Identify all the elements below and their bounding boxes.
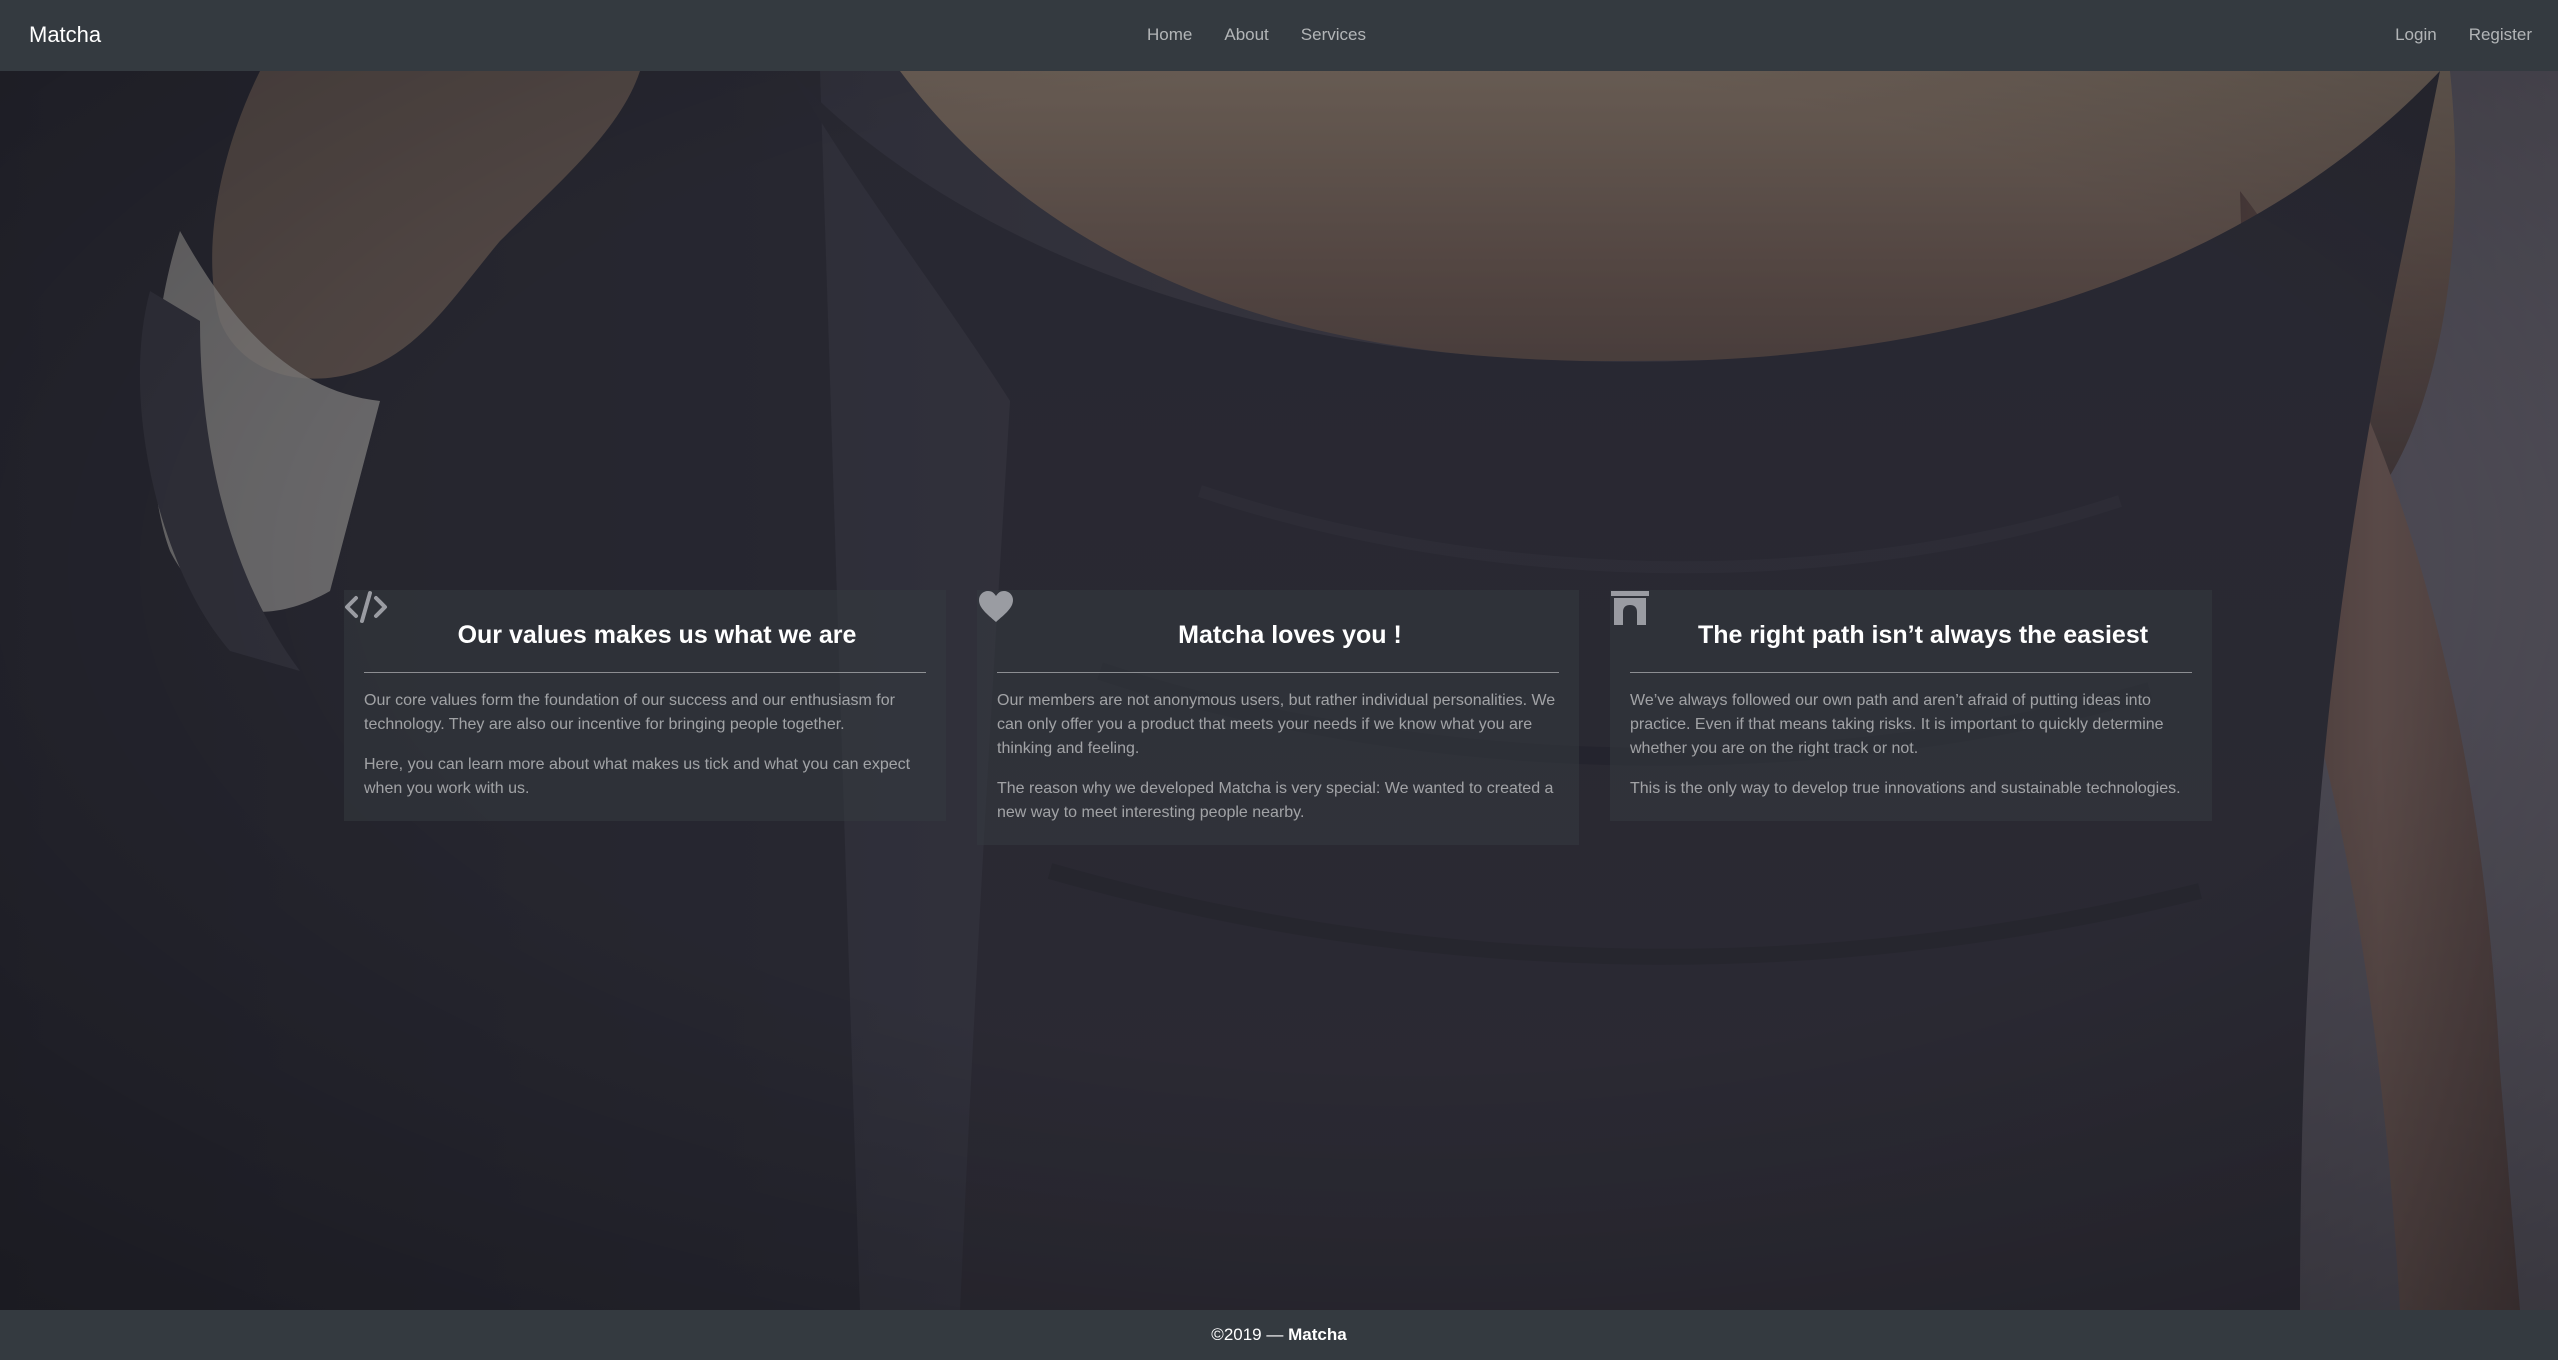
love-card: Matcha loves you ! Our members are not a… [977, 590, 1579, 845]
path-card: The right path isn’t always the easiest … [1610, 590, 2212, 821]
main-nav: Home About Services [1131, 22, 1382, 48]
nav-about-link[interactable]: About [1208, 22, 1284, 48]
heart-icon [979, 591, 1041, 654]
card-title: Our values makes us what we are [457, 621, 857, 649]
register-link[interactable]: Register [2453, 22, 2548, 48]
card-paragraph: This is the only way to develop true inn… [1630, 780, 2181, 797]
footer-brand: Matcha [1288, 1325, 1347, 1344]
copyright-text: ©2019 — [1211, 1325, 1284, 1344]
values-card: Our values makes us what we are Our core… [344, 590, 946, 821]
login-link[interactable]: Login [2379, 22, 2453, 48]
auth-nav: Login Register [2379, 22, 2548, 48]
card-paragraph: Our members are not anonymous users, but… [997, 692, 1556, 757]
code-icon [345, 591, 408, 654]
card-paragraph: The reason why we developed Matcha is ve… [997, 780, 1554, 821]
card-title: The right path isn’t always the easiest [1697, 621, 2149, 649]
card-header: The right path isn’t always the easiest [1611, 591, 2192, 673]
navbar: Matcha Home About Services Login Registe… [0, 0, 2558, 71]
card-paragraph: Our core values form the foundation of o… [364, 692, 895, 733]
card-header: Matcha loves you ! [979, 591, 1559, 673]
card-title: Matcha loves you ! [1178, 621, 1402, 649]
nav-home-link[interactable]: Home [1131, 22, 1208, 48]
hero-section: Our values makes us what we are Our core… [0, 71, 2558, 1310]
archway-icon [1611, 591, 1674, 654]
card-header: Our values makes us what we are [345, 591, 926, 673]
card-paragraph: Here, you can learn more about what make… [364, 756, 911, 797]
nav-services-link[interactable]: Services [1285, 22, 1382, 48]
brand-link[interactable]: Matcha [29, 20, 101, 50]
card-paragraph: We’ve always followed our own path and a… [1630, 692, 2164, 757]
footer: ©2019 — Matcha [0, 1310, 2558, 1360]
